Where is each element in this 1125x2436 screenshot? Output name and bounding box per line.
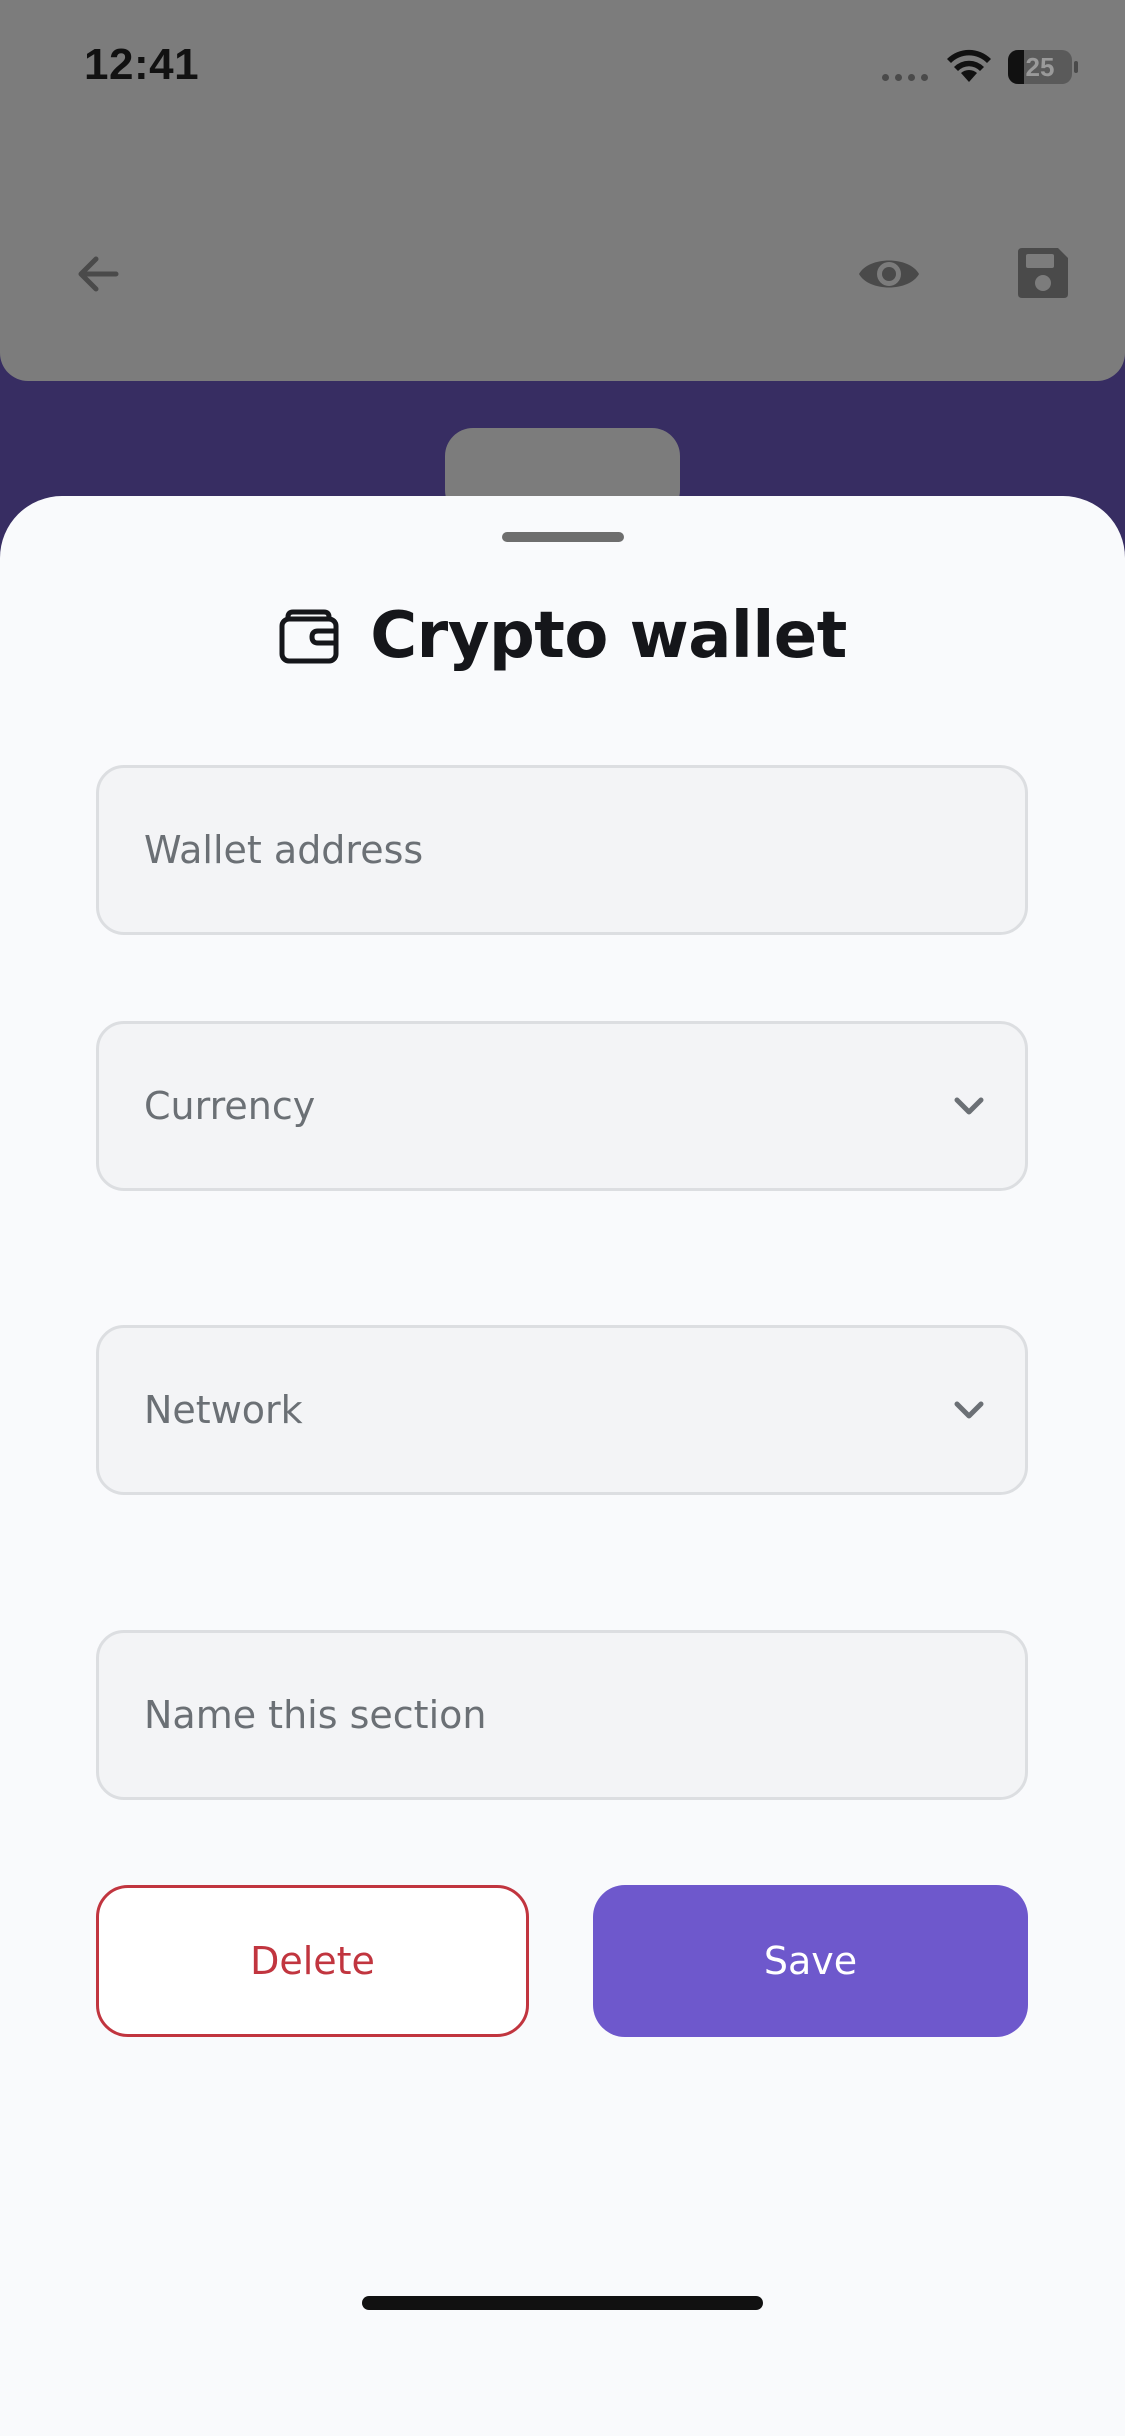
sheet-title: Crypto wallet: [370, 599, 847, 673]
drag-handle[interactable]: [502, 532, 624, 542]
wallet-icon: [279, 609, 339, 664]
cellular-signal-icon: [882, 74, 928, 81]
eye-icon[interactable]: [856, 250, 922, 298]
home-indicator: [362, 2296, 763, 2310]
status-time: 12:41: [84, 40, 200, 89]
currency-placeholder: Currency: [144, 1084, 316, 1128]
section-name-input[interactable]: Name this section: [96, 1630, 1028, 1800]
chevron-down-icon: [954, 1097, 984, 1115]
wallet-address-input[interactable]: Wallet address: [96, 765, 1028, 935]
currency-select[interactable]: Currency: [96, 1021, 1028, 1191]
network-placeholder: Network: [144, 1388, 303, 1432]
sheet-title-row: Crypto wallet: [0, 596, 1125, 676]
wifi-icon: [947, 49, 991, 82]
save-button[interactable]: Save: [593, 1885, 1028, 2037]
save-icon[interactable]: [1014, 244, 1072, 302]
delete-button[interactable]: Delete: [96, 1885, 529, 2037]
network-select[interactable]: Network: [96, 1325, 1028, 1495]
battery-icon: 25: [1008, 50, 1078, 84]
chevron-down-icon: [954, 1401, 984, 1419]
section-name-placeholder: Name this section: [144, 1693, 487, 1737]
crypto-wallet-sheet: Crypto wallet Wallet address Currency Ne…: [0, 496, 1125, 2436]
wallet-address-placeholder: Wallet address: [144, 828, 424, 872]
battery-level-text: 25: [1025, 52, 1055, 82]
app-header: 12:41 25: [0, 0, 1125, 381]
back-arrow-icon[interactable]: [72, 248, 124, 300]
